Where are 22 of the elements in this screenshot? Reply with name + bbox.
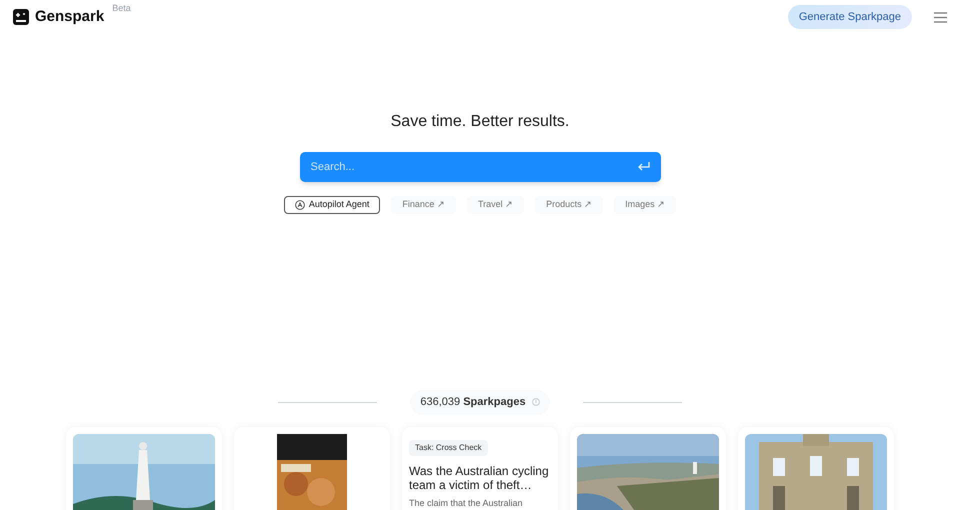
sparkpage-card[interactable]: Task: Cross Check Was the Australian cycling team a victim of theft… The claim that the Australian <box>402 426 558 510</box>
enter-icon[interactable] <box>638 162 650 172</box>
autopilot-agent-button[interactable]: Autopilot Agent <box>284 196 380 214</box>
search-input[interactable]: Search... <box>310 158 610 176</box>
agent-icon <box>294 200 305 210</box>
generate-sparkpage-button[interactable]: Generate Sparkpage <box>788 4 912 30</box>
category-button[interactable]: Images ↗ <box>614 196 676 214</box>
brand-name[interactable]: Genspark <box>35 6 104 28</box>
sparkpage-card[interactable] <box>66 426 222 510</box>
tagline: Save time. Better results. <box>390 112 570 132</box>
task-tag: Task: Cross Check <box>409 440 488 456</box>
card-snippet: The claim that the Australian <box>409 496 524 510</box>
search-field[interactable]: Search... <box>300 152 660 182</box>
card-title: Was the Australian cycling team a victim of theft… <box>409 464 550 492</box>
logo-icon <box>13 9 29 25</box>
category-button[interactable]: Travel ↗ <box>466 196 524 214</box>
category-button[interactable]: Products ↗ <box>535 196 604 214</box>
category-button[interactable]: Finance ↗ <box>391 196 456 214</box>
menu-icon[interactable] <box>934 12 947 22</box>
counter-text: 636,039 Sparkpages <box>420 395 526 410</box>
beta-label: Beta <box>112 2 131 15</box>
sparkpage-card[interactable] <box>234 426 390 510</box>
